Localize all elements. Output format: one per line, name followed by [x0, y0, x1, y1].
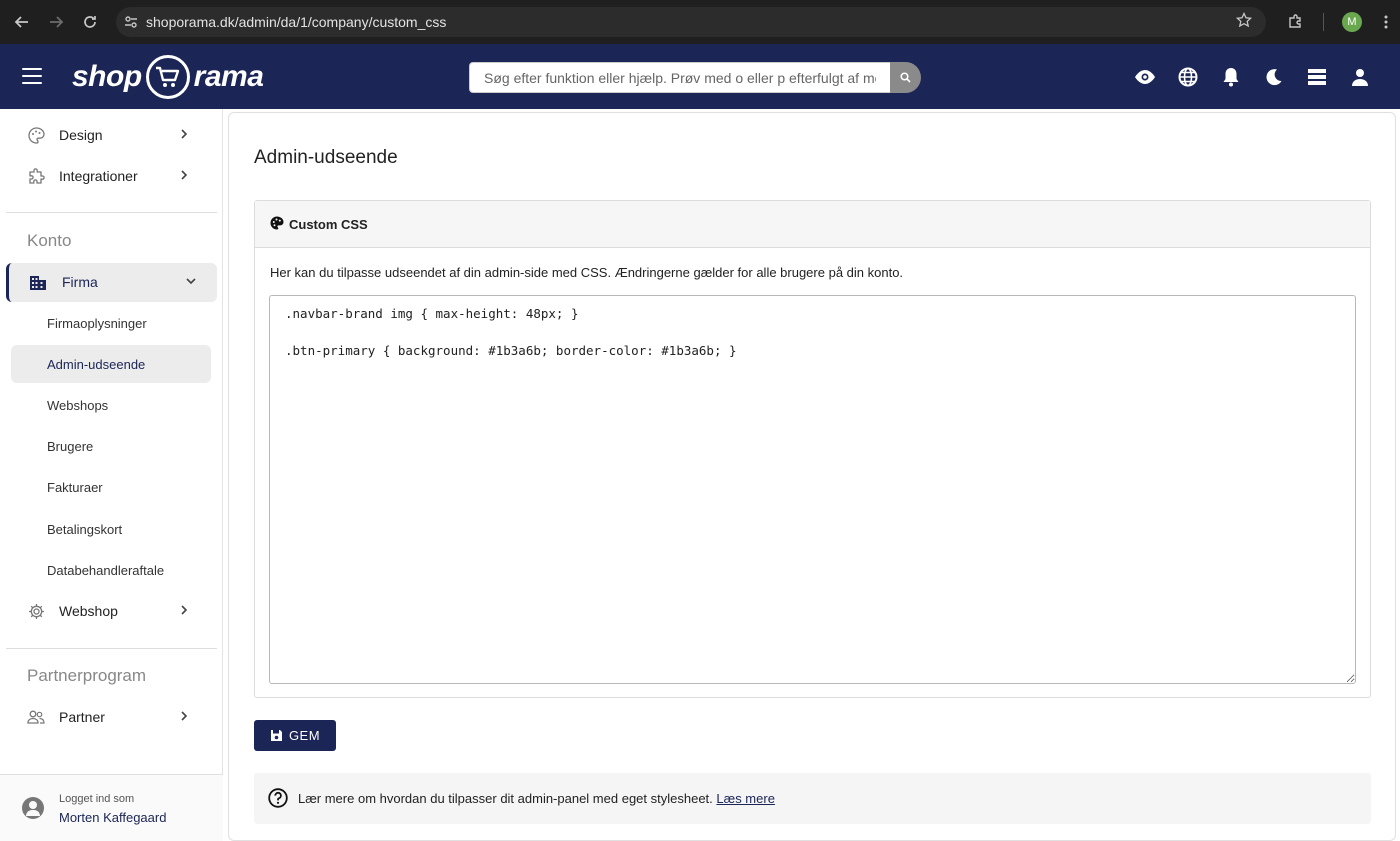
chevron-right-icon [180, 169, 188, 184]
sidebar-item-label: Firma [62, 274, 98, 290]
info-text: Lær mere om hvordan du tilpasser dit adm… [298, 791, 775, 806]
search-input[interactable] [469, 62, 890, 93]
custom-css-textarea[interactable]: .navbar-brand img { max-height: 48px; } … [269, 295, 1356, 684]
notification-bell-icon[interactable] [1218, 64, 1243, 89]
palette-icon [27, 126, 45, 144]
sidebar-item-label: Partner [59, 709, 105, 725]
sidebar-item-label: Design [59, 127, 103, 143]
search-icon [900, 72, 911, 83]
cart-logo-icon [145, 55, 190, 99]
toolbar-separator [1323, 13, 1324, 31]
sidebar-subitem-betalingskort[interactable]: Betalingskort [47, 522, 122, 537]
sidebar-item-partner[interactable]: Partner [0, 697, 223, 737]
account-user-icon[interactable] [1347, 64, 1372, 89]
sidebar-divider [6, 212, 217, 213]
custom-css-card: Custom CSS Her kan du tilpasse udseendet… [254, 200, 1371, 698]
puzzle-icon [27, 167, 45, 185]
sidebar-item-label: Webshop [59, 603, 118, 619]
section-heading-partnerprogram: Partnerprogram [27, 666, 147, 685]
extensions-icon[interactable] [1275, 14, 1315, 30]
browser-menu-icon[interactable] [1372, 15, 1400, 29]
card-description: Her kan du tilpasse udseendet af din adm… [270, 265, 904, 280]
chevron-right-icon [180, 604, 188, 619]
info-message: Lær mere om hvordan du tilpasser dit adm… [298, 791, 713, 806]
floppy-disk-icon [270, 730, 282, 741]
shoporama-logo[interactable]: shop rama [72, 53, 264, 101]
building-icon [29, 273, 47, 291]
logged-in-label: Logget ind som [59, 793, 135, 805]
bookmark-star-icon[interactable] [1235, 11, 1253, 33]
save-button[interactable]: GEM [254, 720, 336, 751]
address-bar[interactable]: shoporama.dk/admin/da/1/company/custom_c… [116, 7, 1266, 37]
logged-in-user[interactable]: Logget ind som Morten Kaffegaard [0, 774, 223, 841]
chevron-down-icon [185, 274, 197, 288]
card-header: Custom CSS [255, 201, 1370, 248]
sidebar-subitem-firmaoplysninger[interactable]: Firmaoplysninger [47, 316, 147, 331]
info-box: Lær mere om hvordan du tilpasser dit adm… [254, 773, 1371, 824]
page-title: Admin-udseende [254, 147, 398, 168]
sidebar-subitem-brugere[interactable]: Brugere [47, 439, 93, 454]
sidebar-divider [6, 648, 217, 649]
chevron-right-icon [180, 710, 188, 725]
sidebar-subitem-webshops[interactable]: Webshops [47, 398, 108, 413]
help-question-icon [268, 788, 288, 813]
back-icon[interactable] [5, 5, 39, 39]
read-more-link[interactable]: Læs mere [716, 791, 775, 806]
people-icon [27, 708, 45, 726]
url-text: shoporama.dk/admin/da/1/company/custom_c… [146, 14, 447, 30]
palette-icon [270, 216, 284, 235]
sidebar-item-integrationer[interactable]: Integrationer [0, 156, 223, 196]
site-settings-icon[interactable] [116, 15, 146, 29]
logo-text-right: rama [193, 60, 264, 93]
search-bar [469, 62, 921, 93]
sidebar-subitem-databehandleraftale[interactable]: Databehandleraftale [47, 563, 164, 578]
app-header: shop rama [0, 44, 1400, 109]
logo-text-left: shop [72, 60, 142, 93]
sidebar-item-webshop[interactable]: Webshop [0, 591, 223, 631]
browser-toolbar: shoporama.dk/admin/da/1/company/custom_c… [0, 0, 1400, 44]
gear-icon [27, 602, 45, 620]
sidebar-item-design[interactable]: Design [0, 115, 223, 155]
sidebar-subitem-admin-udseende[interactable]: Admin-udseende [47, 357, 145, 372]
storage-layers-icon[interactable] [1304, 64, 1329, 89]
reload-icon[interactable] [73, 5, 107, 39]
user-name: Morten Kaffegaard [59, 810, 167, 825]
section-heading-konto: Konto [27, 231, 72, 250]
profile-avatar[interactable]: M [1342, 12, 1362, 32]
globe-icon[interactable] [1175, 64, 1200, 89]
sidebar-item-firma[interactable]: Firma [6, 263, 217, 302]
sidebar-subitem-fakturaer[interactable]: Fakturaer [47, 480, 103, 495]
menu-toggle-icon[interactable] [22, 68, 42, 84]
save-button-label: GEM [288, 728, 321, 743]
main-content: Admin-udseende Custom CSS Her kan du til… [228, 112, 1396, 841]
search-button[interactable] [890, 62, 921, 93]
card-title: Custom CSS [289, 217, 368, 232]
forward-icon[interactable] [39, 5, 73, 39]
sidebar: Design Integrationer Konto Firma Firmaop… [0, 109, 223, 841]
chevron-right-icon [180, 128, 188, 143]
dark-mode-moon-icon[interactable] [1261, 64, 1286, 89]
sidebar-item-label: Integrationer [59, 168, 138, 184]
preview-eye-icon[interactable] [1132, 64, 1157, 89]
user-avatar-icon [22, 797, 44, 819]
